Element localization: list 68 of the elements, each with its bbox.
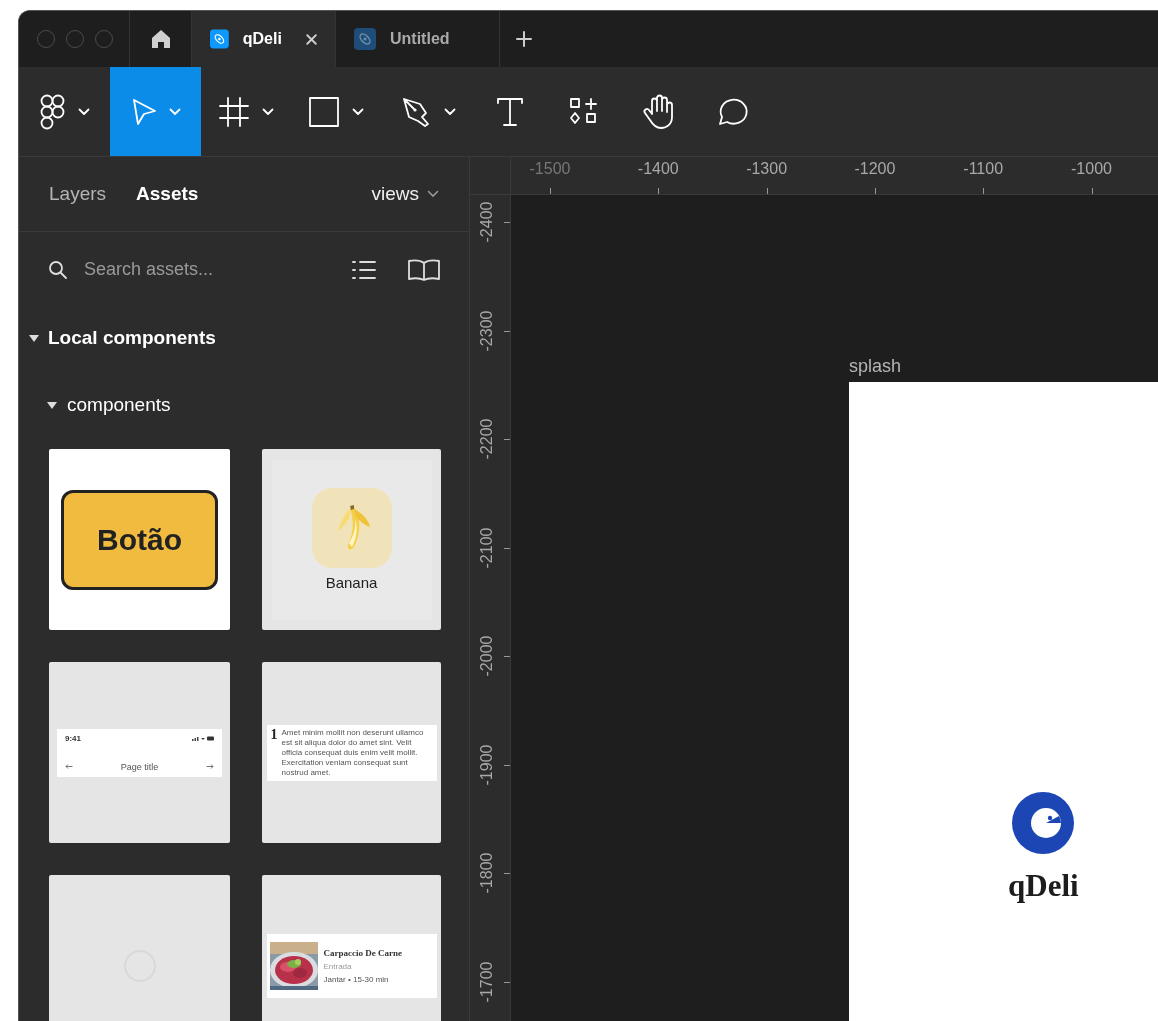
panel-tab[interactable]: Assets	[136, 183, 199, 205]
back-arrow-icon	[65, 764, 73, 769]
frame-icon	[218, 95, 250, 128]
status-time: 9:41	[65, 733, 81, 743]
list-view-button[interactable]	[351, 258, 377, 281]
ruler-label: -2100	[478, 527, 496, 568]
ruler-label: -1400	[637, 160, 679, 178]
ruler-label: -1700	[478, 961, 496, 1002]
caret-icon	[352, 107, 364, 116]
logo-icon	[1012, 792, 1075, 854]
file-tab[interactable]: qDeli	[192, 11, 336, 67]
list-icon	[351, 258, 377, 281]
text-icon	[496, 96, 524, 127]
ruler-label: -1300	[746, 160, 788, 178]
status-icons	[192, 735, 214, 741]
search-icon	[48, 259, 68, 280]
library-button[interactable]	[407, 257, 441, 282]
ruler-label: -2300	[478, 310, 496, 351]
plus-icon	[516, 31, 532, 47]
dish-title: Carpaccio De Carne	[323, 947, 402, 958]
frame-label[interactable]: splash	[849, 356, 902, 377]
component-thumbnail[interactable]: Banana	[262, 449, 441, 630]
home-icon	[150, 29, 171, 49]
panel-tab[interactable]: Layers	[49, 183, 107, 205]
pen-icon	[401, 96, 432, 127]
ruler-label: -1800	[478, 852, 496, 894]
component-thumbnail[interactable]: 1 Amet minim mollit non deserunt ullamco est sit aliqua dolor do amet sint. Velit officia consequat duis enim velit mollit. Exercitation veniam consequat sunt nostrud amet.	[262, 662, 441, 843]
group-header[interactable]: components	[67, 394, 171, 416]
ruler-label: -2200	[478, 418, 496, 460]
search-field[interactable]: Search assets...	[84, 259, 264, 280]
caret-icon	[443, 107, 456, 116]
ruler-label: -1500	[529, 160, 571, 178]
forward-arrow-icon	[206, 764, 214, 769]
caret-icon	[262, 107, 274, 116]
component-thumbnail[interactable]: 9:41 Page title	[49, 662, 230, 843]
hand-icon	[642, 93, 676, 130]
ruler-label: -2400	[478, 201, 496, 243]
pointer-icon	[130, 96, 157, 127]
caret-icon	[77, 107, 90, 116]
file-icon	[210, 28, 229, 50]
resources-icon	[569, 96, 599, 127]
rectangle-icon	[308, 95, 340, 128]
component-thumbnail[interactable]	[49, 875, 230, 1021]
close-icon	[305, 32, 317, 46]
caret-icon	[427, 190, 439, 198]
section-header[interactable]: Local components	[48, 327, 216, 349]
page-title: Page title	[120, 761, 159, 772]
file-icon	[354, 28, 376, 50]
ruler-label: -1200	[854, 160, 896, 178]
ruler-label: -1000	[1071, 160, 1112, 178]
library-dropdown[interactable]: views	[371, 183, 439, 205]
component-thumbnail[interactable]: Carpaccio De Carne Entrada Jantar • 15-30 min	[262, 875, 441, 1021]
ruler-label: -2000	[478, 635, 496, 677]
ruler-label: -1900	[478, 744, 496, 785]
frame[interactable]: qDeli	[849, 382, 1158, 1021]
paragraph-text: Amet minim mollit non deserunt ullamco est sit aliqua dolor do amet sint. Velit officia consequat duis enim velit mollit. Exercitation veniam consequat sunt nostrud amet.	[281, 727, 425, 778]
dish-meta: Jantar • 15-30 min	[323, 974, 390, 984]
caret-icon	[168, 107, 181, 116]
ruler-label: -1100	[963, 160, 1004, 178]
dish-category: Entrada	[323, 961, 353, 971]
list-number: 1	[270, 727, 278, 744]
button-preview: Botão	[61, 489, 218, 590]
figma-logo-icon	[39, 93, 66, 130]
icon-label: Banana	[325, 574, 378, 591]
book-icon	[407, 257, 441, 282]
component-thumbnail[interactable]: Botão	[49, 449, 230, 630]
logo-text: qDeli	[1008, 868, 1079, 904]
file-tab[interactable]: Untitled	[336, 11, 500, 67]
